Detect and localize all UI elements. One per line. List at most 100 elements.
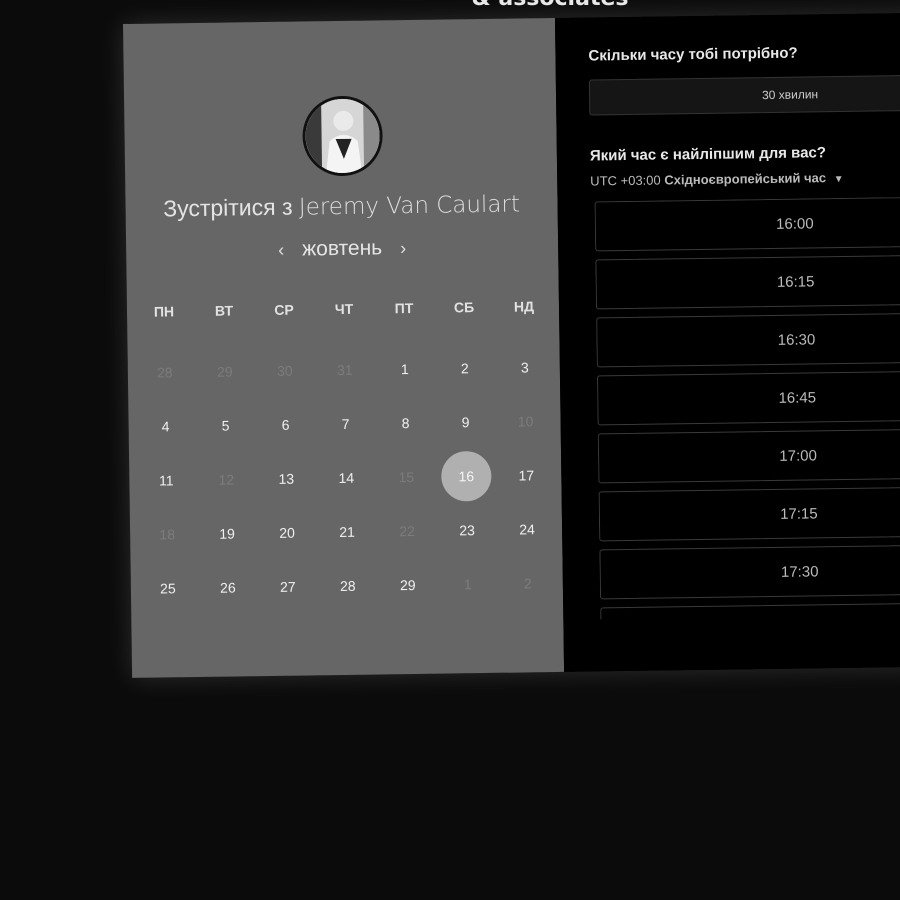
chevron-left-icon[interactable]: ‹ <box>278 239 284 260</box>
calendar-day[interactable]: 24 <box>497 502 558 557</box>
duration-value: 30 хвилин <box>761 87 819 103</box>
day-number: 26 <box>219 579 236 596</box>
calendar-day: 31 <box>314 343 375 398</box>
meeting-title: Зустрітися з Jeremy Van Caulart <box>125 190 557 223</box>
time-slot-button[interactable] <box>600 601 900 620</box>
day-number: 20 <box>279 524 296 541</box>
calendar-day[interactable]: 13 <box>256 451 317 506</box>
day-number: 9 <box>461 414 470 431</box>
chevron-right-icon[interactable]: › <box>400 238 406 259</box>
calendar-day[interactable]: 2 <box>434 341 495 396</box>
calendar-day: 2 <box>497 556 558 611</box>
time-slot-list[interactable]: 16:00 16:15 16:30 16:45 17:00 17:15 17:30 <box>594 195 900 620</box>
calendar-day[interactable]: 23 <box>437 503 498 558</box>
day-number: 29 <box>399 576 416 594</box>
caret-down-icon: ▼ <box>833 173 844 186</box>
time-slot-button[interactable]: 17:15 <box>598 485 900 542</box>
time-slot-button[interactable]: 16:00 <box>594 195 900 252</box>
day-number: 17 <box>518 467 535 484</box>
brand-name: & associates <box>0 0 900 11</box>
day-number: 18 <box>159 526 176 543</box>
day-number: 27 <box>279 578 296 595</box>
day-number: 8 <box>401 415 410 432</box>
calendar-day[interactable]: 5 <box>195 398 256 453</box>
duration-select[interactable]: 30 хвилин <box>588 73 900 116</box>
day-number: 25 <box>159 580 176 597</box>
day-number: 31 <box>336 361 353 379</box>
time-question: Який час є найліпшим для вас? <box>589 144 827 165</box>
weekday-header: СР <box>274 301 294 318</box>
time-slot-button[interactable]: 17:00 <box>597 427 900 484</box>
host-name: Jeremy Van Caulart <box>298 191 521 221</box>
duration-question: Скільки часу тобі потрібно? <box>588 44 798 65</box>
time-slot-button[interactable]: 16:30 <box>596 311 900 368</box>
time-slot-button[interactable]: 16:45 <box>596 369 900 426</box>
day-number: 28 <box>156 364 173 381</box>
day-number: 14 <box>338 469 355 487</box>
timezone-name: Східноєвропейський час <box>664 170 827 188</box>
calendar-day[interactable]: 29 <box>377 558 438 613</box>
day-number: 3 <box>520 359 529 376</box>
month-label: жовтень <box>301 236 383 261</box>
calendar-day[interactable]: 17 <box>496 448 557 503</box>
day-number: 19 <box>219 525 236 542</box>
calendar-day[interactable]: 19 <box>197 506 258 561</box>
weekday-header: ПН <box>153 303 175 320</box>
host-calendar-panel: Зустрітися з Jeremy Van Caulart ‹ жовтен… <box>123 17 565 678</box>
weekday-header: НД <box>513 298 535 315</box>
calendar-day[interactable]: 11 <box>136 453 197 508</box>
day-number: 1 <box>463 576 472 593</box>
day-number: 22 <box>399 522 415 540</box>
calendar-day[interactable]: 27 <box>257 559 318 614</box>
calendar-day[interactable]: 6 <box>255 397 316 452</box>
day-number: 23 <box>459 522 475 539</box>
weekday-header: ВТ <box>214 302 234 319</box>
day-number: 2 <box>523 575 532 592</box>
day-number: 28 <box>339 577 356 595</box>
calendar-day: 10 <box>495 394 556 449</box>
day-number: 1 <box>400 361 409 378</box>
time-slot-button[interactable]: 16:15 <box>595 253 900 310</box>
calendar-day[interactable]: 20 <box>257 505 318 560</box>
host-avatar <box>302 95 384 177</box>
day-number: 15 <box>398 468 415 486</box>
day-number: 16 <box>441 450 492 502</box>
calendar-day[interactable]: 7 <box>315 397 376 452</box>
calendar-day: 12 <box>196 452 257 507</box>
weekday-header: ЧТ <box>334 300 354 318</box>
day-number: 2 <box>460 360 469 377</box>
day-number: 4 <box>161 418 170 435</box>
day-number: 11 <box>158 472 174 489</box>
calendar-day[interactable]: 14 <box>316 451 377 506</box>
calendar-day-selected[interactable]: 16 <box>436 449 497 504</box>
calendar-day: 18 <box>137 507 198 562</box>
time-slot-button[interactable]: 17:30 <box>599 543 900 600</box>
calendar-day[interactable]: 25 <box>138 561 199 616</box>
calendar-day[interactable]: 28 <box>317 558 378 613</box>
day-number: 12 <box>218 471 235 488</box>
calendar-day[interactable]: 1 <box>374 342 435 397</box>
timezone-offset: UTC +03:00 <box>590 172 661 189</box>
title-prefix: Зустрітися з <box>163 193 293 222</box>
calendar-day[interactable]: 21 <box>317 505 378 560</box>
calendar-day[interactable]: 3 <box>494 340 555 395</box>
day-number: 10 <box>517 413 534 430</box>
calendar-day: 15 <box>376 450 437 505</box>
calendar-grid: ПН ВТ СР ЧТ ПТ СБ НД 28 29 30 31 1 2 3 4 5 6 7 8 9 10 11 12 13 1… <box>134 286 558 616</box>
day-number: 30 <box>276 362 293 379</box>
calendar-day[interactable]: 26 <box>198 560 259 615</box>
day-number: 5 <box>221 417 230 434</box>
booking-card: Зустрітися з Jeremy Van Caulart ‹ жовтен… <box>123 11 900 678</box>
calendar-day: 22 <box>377 504 438 559</box>
day-number: 7 <box>341 415 350 432</box>
calendar-day: 30 <box>254 343 315 398</box>
day-number: 13 <box>278 470 295 487</box>
calendar-day: 1 <box>437 557 498 612</box>
time-selection-panel: Скільки часу тобі потрібно? 30 хвилин Як… <box>554 11 900 672</box>
calendar-day[interactable]: 9 <box>435 395 496 450</box>
timezone-select[interactable]: UTC +03:00 Східноєвропейський час ▼ <box>590 170 844 189</box>
day-number: 21 <box>339 523 356 541</box>
calendar-day[interactable]: 4 <box>135 399 196 454</box>
calendar-day[interactable]: 8 <box>375 396 436 451</box>
weekday-header: ПТ <box>394 299 414 317</box>
